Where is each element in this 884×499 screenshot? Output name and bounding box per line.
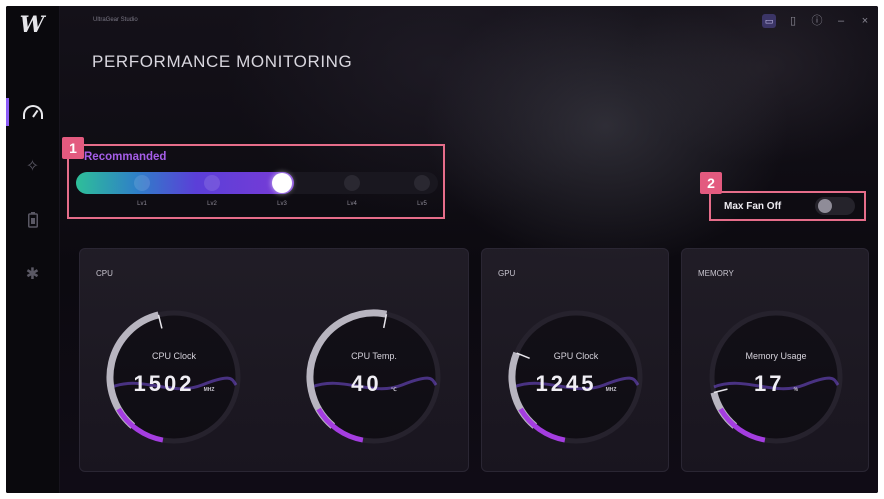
sidebar: W ✧ ✱ [6, 6, 60, 493]
level-label: Lv5 [417, 201, 427, 207]
performance-level-slider[interactable] [76, 172, 438, 194]
cpu-clock-label: CPU Clock [151, 351, 196, 361]
callout-badge-1: 1 [62, 137, 84, 159]
minimize-button[interactable]: – [834, 14, 848, 28]
memory-panel: MEMORY Memory Usage 17 % [681, 248, 869, 472]
close-button[interactable]: × [858, 14, 872, 28]
memory-usage-unit: % [793, 387, 799, 393]
level-label: Lv4 [347, 201, 357, 207]
cpu-clock-gauge: CPU Clock 1502 MHZ [102, 305, 246, 449]
level-label: Lv3 [277, 201, 287, 207]
gauge-icon [22, 105, 43, 119]
sidebar-item-performance[interactable] [6, 92, 59, 132]
toggle-knob [818, 199, 832, 213]
cpu-temp-label: CPU Temp. [351, 351, 397, 361]
cpu-panel-title: CPU [96, 269, 113, 278]
sidebar-item-settings[interactable]: ✱ [6, 254, 59, 294]
level-dot[interactable] [134, 175, 150, 191]
gpu-clock-gauge: GPU Clock 1245 MHZ [504, 305, 648, 449]
page-title: PERFORMANCE MONITORING [92, 52, 353, 71]
max-fan-toggle[interactable] [815, 197, 855, 215]
laptop-mode-icon[interactable]: ▭ [762, 14, 776, 28]
gpu-clock-label: GPU Clock [553, 351, 599, 361]
callout-badge-2: 2 [700, 172, 722, 194]
memory-usage-label: Memory Usage [745, 351, 807, 361]
window-controls: ▭ ▯ ⓘ – × [762, 14, 872, 28]
app-name: UltraGear Studio [93, 17, 138, 23]
performance-level-fill [76, 172, 294, 194]
level-dot[interactable] [204, 175, 220, 191]
memory-usage-value: 17 % [753, 371, 799, 396]
max-fan-label: Max Fan Off [724, 201, 782, 212]
cpu-clock-value: 1502 MHZ [133, 371, 215, 396]
level-dot[interactable] [414, 175, 430, 191]
cpu-temp-gauge: CPU Temp. 40 ℃ [302, 305, 446, 449]
sidebar-item-effects[interactable]: ✧ [6, 146, 59, 186]
ultragear-logo: W [19, 12, 45, 38]
gpu-clock-value: 1245 MHZ [535, 371, 617, 396]
mouse-icon[interactable]: ▯ [786, 14, 800, 28]
info-icon[interactable]: ⓘ [810, 14, 824, 28]
sidebar-item-battery[interactable] [6, 200, 59, 240]
cpu-panel: CPU CPU Clock 1502 MHZ CPU Temp. 40 ℃ [79, 248, 469, 472]
gpu-clock-unit: MHZ [605, 387, 617, 393]
memory-usage-gauge: Memory Usage 17 % [704, 305, 848, 449]
cpu-temp-unit: ℃ [390, 387, 397, 393]
level-label: Lv2 [207, 201, 217, 207]
slider-thumb[interactable] [272, 173, 292, 193]
gpu-panel: GPU GPU Clock 1245 MHZ [481, 248, 669, 472]
cpu-clock-unit: MHZ [203, 387, 215, 393]
magic-wand-icon: ✧ [25, 158, 40, 175]
gear-icon: ✱ [25, 266, 40, 283]
memory-panel-title: MEMORY [698, 269, 734, 278]
title-bar: UltraGear Studio ▭ ▯ ⓘ – × [59, 6, 878, 40]
battery-icon [27, 212, 38, 228]
level-label: Lv1 [137, 201, 147, 207]
gpu-panel-title: GPU [498, 269, 516, 278]
cpu-temp-value: 40 ℃ [351, 371, 397, 396]
level-dot[interactable] [344, 175, 360, 191]
performance-mode-label: Recommanded [84, 151, 167, 163]
